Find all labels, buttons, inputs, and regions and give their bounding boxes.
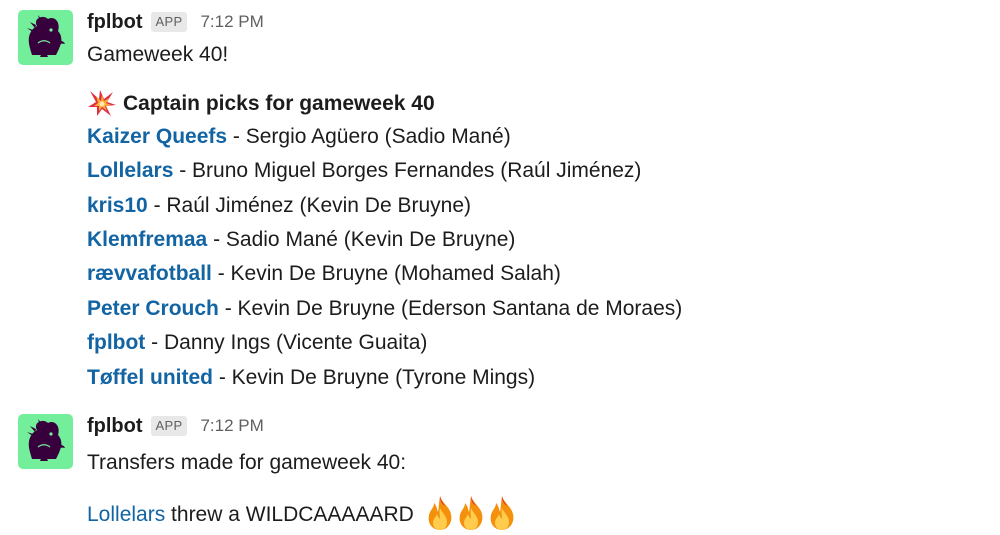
team-link[interactable]: Lollelars <box>87 503 165 526</box>
team-link[interactable]: Klemfremaa <box>87 228 207 251</box>
fire-icon <box>487 495 517 531</box>
lion-icon <box>18 414 73 469</box>
pick-detail: - Kevin De Bruyne (Tyrone Mings) <box>212 366 536 389</box>
list-item: fplbot - Danny Ings (Vicente Guaita) <box>87 329 427 357</box>
heading-text: Captain picks for gameweek 40 <box>123 92 435 115</box>
lion-icon <box>18 10 73 65</box>
list-item: Klemfremaa - Sadio Mané (Kevin De Bruyne… <box>87 226 515 254</box>
fire-emojis <box>424 503 517 526</box>
timestamp[interactable]: 7:12 PM <box>200 12 263 32</box>
pick-detail: - Sadio Mané (Kevin De Bruyne) <box>207 228 516 251</box>
list-item: Tøffel united - Kevin De Bruyne (Tyrone … <box>87 364 535 392</box>
team-link[interactable]: Tøffel united <box>87 366 213 389</box>
message-text: Gameweek 40! <box>87 41 228 69</box>
message-header: fplbot APP 7:12 PM <box>87 10 264 34</box>
message-text: Transfers made for gameweek 40: <box>87 449 406 477</box>
collision-icon <box>87 89 117 117</box>
list-item: Lollelars - Bruno Miguel Borges Fernande… <box>87 157 641 185</box>
sender-name[interactable]: fplbot <box>87 415 143 438</box>
intro-text: Transfers made for gameweek 40: <box>87 451 407 474</box>
section-heading: Captain picks for gameweek 40 <box>87 89 435 118</box>
avatar[interactable] <box>18 10 73 65</box>
list-item: Peter Crouch - Kevin De Bruyne (Ederson … <box>87 295 682 323</box>
team-link[interactable]: Kaizer Queefs <box>87 125 227 148</box>
fire-icon <box>456 495 486 531</box>
pick-detail: - Bruno Miguel Borges Fernandes (Raúl Ji… <box>173 159 642 182</box>
list-item: rævvafotball - Kevin De Bruyne (Mohamed … <box>87 260 561 288</box>
transfer-text: threw a WILDCAAAAARD <box>165 503 414 526</box>
app-badge: APP <box>150 12 188 32</box>
sender-name[interactable]: fplbot <box>87 11 143 34</box>
app-badge: APP <box>150 416 188 436</box>
transfer-line: Lollelars threw a WILDCAAAAARD <box>87 495 517 531</box>
team-link[interactable]: fplbot <box>87 331 145 354</box>
pick-detail: - Danny Ings (Vicente Guaita) <box>145 331 428 354</box>
team-link[interactable]: kris10 <box>87 194 148 217</box>
team-link[interactable]: rævvafotball <box>87 262 212 285</box>
timestamp[interactable]: 7:12 PM <box>200 416 263 436</box>
pick-detail: - Kevin De Bruyne (Ederson Santana de Mo… <box>218 297 683 320</box>
pick-detail: - Sergio Agüero (Sadio Mané) <box>227 125 511 148</box>
pick-detail: - Kevin De Bruyne (Mohamed Salah) <box>211 262 561 285</box>
avatar[interactable] <box>18 414 73 469</box>
intro-text: Gameweek 40! <box>87 43 229 66</box>
list-item: kris10 - Raúl Jiménez (Kevin De Bruyne) <box>87 192 471 220</box>
fire-icon <box>425 495 455 531</box>
team-link[interactable]: Peter Crouch <box>87 297 219 320</box>
list-item: Kaizer Queefs - Sergio Agüero (Sadio Man… <box>87 123 511 151</box>
pick-detail: - Raúl Jiménez (Kevin De Bruyne) <box>147 194 472 217</box>
message-header: fplbot APP 7:12 PM <box>87 414 264 438</box>
team-link[interactable]: Lollelars <box>87 159 173 182</box>
